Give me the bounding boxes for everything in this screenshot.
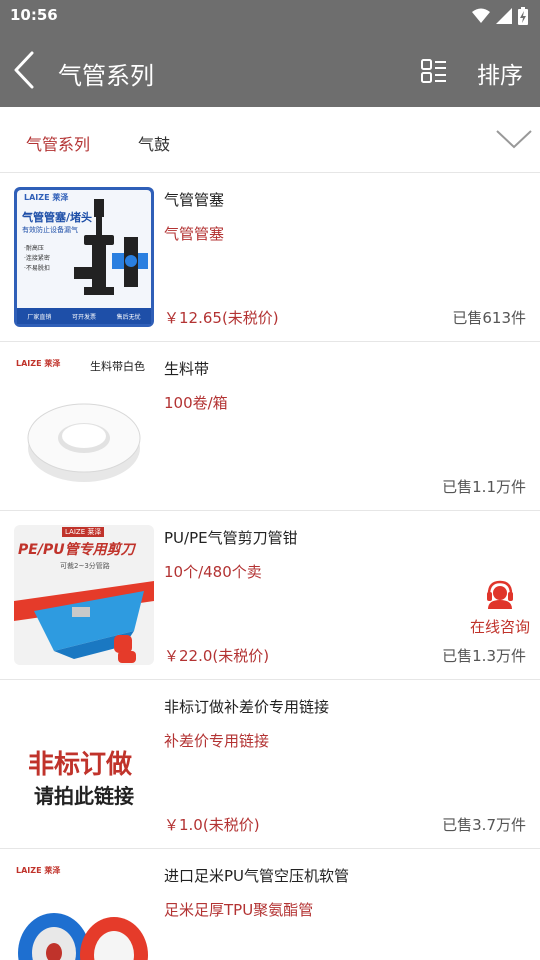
product-subtitle: 补差价专用链接 (164, 732, 270, 750)
chevron-down-icon[interactable] (494, 127, 534, 151)
product-subtitle: 气管管塞 (164, 225, 225, 243)
image-tagline: 请拍此链接 (34, 784, 134, 808)
image-feature: ·不易脱扣 (24, 265, 50, 272)
product-image: LAIZE 莱泽 生料带白色 (14, 356, 154, 496)
image-headline: PE/PU管专用剪刀 (18, 542, 135, 558)
product-image: 非标订做 请拍此链接 (14, 694, 154, 834)
status-icons (472, 7, 528, 25)
product-sold-count: 已售1.3万件 (442, 647, 526, 665)
product-name: 非标订做补差价专用链接 (164, 698, 330, 716)
product-sold-count: 已售613件 (452, 309, 526, 327)
category-tabs: 气管系列 气鼓 (0, 107, 540, 173)
brand-logo-text: LAIZE 莱泽 (16, 866, 61, 875)
image-badge: 可开发票 (71, 313, 96, 321)
image-badge-bar: 厂家直销 可开发票 售后无忧 (17, 308, 151, 324)
image-tagline: 可裁2~3分管路 (60, 562, 110, 570)
wifi-icon (472, 8, 490, 23)
back-arrow-icon[interactable] (8, 50, 44, 90)
status-bar: 10:56 (0, 0, 540, 32)
app-bar: 气管系列 排序 (0, 32, 540, 107)
product-price: ￥1.0(未税价) (164, 816, 260, 834)
brand-logo-text: LAIZE 莱泽 (16, 359, 61, 368)
product-sold-count: 已售1.1万件 (442, 478, 526, 496)
brand-logo-text: LAIZE 莱泽 (24, 193, 69, 202)
product-price: ￥12.65(未税价) (164, 309, 279, 327)
image-badge: 售后无忧 (116, 313, 141, 321)
product-subtitle: 100卷/箱 (164, 394, 228, 412)
tab-qigu[interactable]: 气鼓 (138, 131, 170, 155)
product-price: ￥22.0(未税价) (164, 647, 270, 665)
pipe-plug-illustration (74, 199, 148, 295)
image-badge: 厂家直销 (27, 313, 52, 321)
image-feature: ·连接紧密 (24, 255, 50, 262)
product-name: PU/PE气管剪刀管钳 (164, 529, 298, 547)
product-subtitle: 足米足厚TPU聚氨酯管 (164, 901, 314, 919)
product-item[interactable]: LAIZE 莱泽 进口足米PU气管空压机软管 足米足厚TPU聚氨酯管 (0, 849, 540, 960)
product-image: LAIZE 莱泽 气管管塞/堵头 有效防止设备漏气 ·耐高压 ·连接紧密 ·不易… (14, 187, 154, 327)
image-caption: 生料带白色 (90, 360, 145, 373)
status-time: 10:56 (10, 6, 58, 24)
product-item[interactable]: LAIZE 莱泽 PE/PU管专用剪刀 可裁2~3分管路 PU/PE气管剪刀管钳… (0, 511, 540, 680)
product-name: 进口足米PU气管空压机软管 (164, 867, 350, 885)
product-subtitle: 10个/480个卖 (164, 563, 262, 581)
product-name: 生料带 (164, 360, 210, 378)
tab-qiguan[interactable]: 气管系列 (26, 131, 90, 155)
battery-icon (518, 7, 528, 25)
product-sold-count: 已售3.7万件 (442, 816, 526, 834)
online-consult-button[interactable]: 在线咨询 (466, 578, 534, 637)
page-title: 气管系列 (58, 62, 154, 90)
product-item[interactable]: LAIZE 莱泽 气管管塞/堵头 有效防止设备漏气 ·耐高压 ·连接紧密 ·不易… (0, 173, 540, 342)
air-hose-coil-illustration (18, 913, 148, 960)
image-headline: 非标订做 (28, 750, 133, 780)
customer-service-icon (487, 580, 513, 609)
ptfe-tape-illustration (27, 403, 141, 482)
product-name: 气管管塞 (164, 191, 225, 209)
image-feature: ·耐高压 (24, 245, 44, 252)
signal-icon (496, 8, 512, 24)
product-item[interactable]: LAIZE 莱泽 生料带白色 生料带 100卷/箱 已售1.1万件 (0, 342, 540, 511)
product-image: LAIZE 莱泽 PE/PU管专用剪刀 可裁2~3分管路 (14, 525, 154, 665)
sort-button[interactable]: 排序 (477, 56, 523, 90)
list-view-icon[interactable] (420, 58, 448, 84)
pipe-cutter-illustration (14, 581, 154, 663)
consult-label: 在线咨询 (469, 618, 530, 636)
product-item[interactable]: 非标订做 请拍此链接 非标订做补差价专用链接 补差价专用链接 ￥1.0(未税价)… (0, 680, 540, 849)
brand-logo-text: LAIZE 莱泽 (62, 527, 105, 537)
product-image: LAIZE 莱泽 (14, 863, 154, 960)
